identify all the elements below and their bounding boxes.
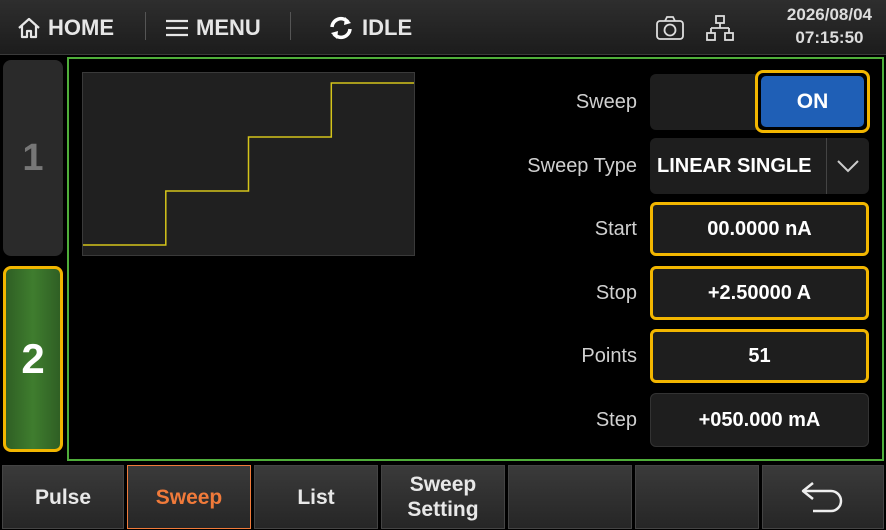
- chevron-down-icon: [837, 160, 859, 173]
- channel-1-label: 1: [22, 136, 44, 179]
- list-button[interactable]: List: [254, 465, 378, 529]
- points-label: Points: [581, 345, 637, 367]
- channel-2-tab[interactable]: 2: [3, 266, 63, 452]
- start-value: 00.0000 nA: [707, 217, 812, 240]
- start-label: Start: [594, 218, 637, 240]
- start-value-field[interactable]: 00.0000 nA: [650, 202, 869, 256]
- pulse-button-label: Pulse: [34, 485, 92, 509]
- stop-label: Stop: [595, 282, 637, 304]
- home-icon: [18, 17, 40, 38]
- sweep-staircase-graph: [83, 82, 414, 246]
- sweep-setting-button-label: Sweep Setting: [407, 473, 479, 521]
- top-bar: HOME MENU IDLE 2026/08/04 07:15:50: [0, 0, 886, 55]
- list-button-label: List: [297, 485, 335, 509]
- sweep-type-value: LINEAR SINGLE: [657, 154, 812, 177]
- back-arrow-icon: [801, 482, 843, 513]
- back-button[interactable]: [762, 465, 884, 529]
- stop-value: +2.50000 A: [707, 281, 812, 304]
- step-value: +050.000 mA: [698, 408, 821, 431]
- home-button[interactable]: HOME: [16, 0, 114, 55]
- step-value-field: +050.000 mA: [650, 393, 869, 447]
- points-value-field[interactable]: 51: [650, 329, 869, 383]
- menu-button[interactable]: MENU: [164, 0, 261, 55]
- menu-label: MENU: [196, 14, 261, 40]
- camera-icon: [656, 15, 684, 40]
- status-indicator: IDLE: [326, 0, 412, 55]
- sweep-button[interactable]: Sweep: [127, 465, 251, 529]
- screenshot-button[interactable]: [655, 0, 691, 55]
- points-value: 51: [748, 344, 771, 367]
- sweep-staircase-line: [83, 82, 414, 246]
- network-icon: [706, 14, 734, 41]
- time-text: 07:15:50: [795, 28, 864, 47]
- sweep-setting-button[interactable]: Sweep Setting: [381, 465, 505, 529]
- sweep-on-button[interactable]: ON: [755, 70, 870, 133]
- channel-2-label: 2: [21, 335, 45, 382]
- sweep-label: Sweep: [575, 91, 637, 113]
- date-text: 2026/08/04: [786, 5, 872, 24]
- sweep-button-label: Sweep: [155, 485, 223, 509]
- sweep-on-label: ON: [761, 76, 864, 127]
- refresh-icon: [330, 16, 352, 39]
- pulse-button[interactable]: Pulse: [2, 465, 124, 529]
- hamburger-menu-icon: [166, 19, 188, 36]
- sweep-type-dropdown[interactable]: LINEAR SINGLE: [650, 138, 869, 194]
- sweep-preview-plot: [82, 72, 415, 256]
- empty-softkey-6[interactable]: [635, 465, 759, 529]
- date-time-display: 2026/08/04 07:15:50: [787, 3, 872, 49]
- step-label: Step: [595, 409, 637, 431]
- channel-1-tab[interactable]: 1: [3, 60, 63, 256]
- status-label: IDLE: [362, 14, 413, 40]
- sweep-type-dropdown-button[interactable]: [826, 138, 869, 194]
- home-label: HOME: [48, 14, 114, 40]
- stop-value-field[interactable]: +2.50000 A: [650, 266, 869, 320]
- network-status[interactable]: [706, 0, 740, 55]
- sweep-type-label: Sweep Type: [527, 155, 637, 177]
- empty-softkey-5[interactable]: [508, 465, 632, 529]
